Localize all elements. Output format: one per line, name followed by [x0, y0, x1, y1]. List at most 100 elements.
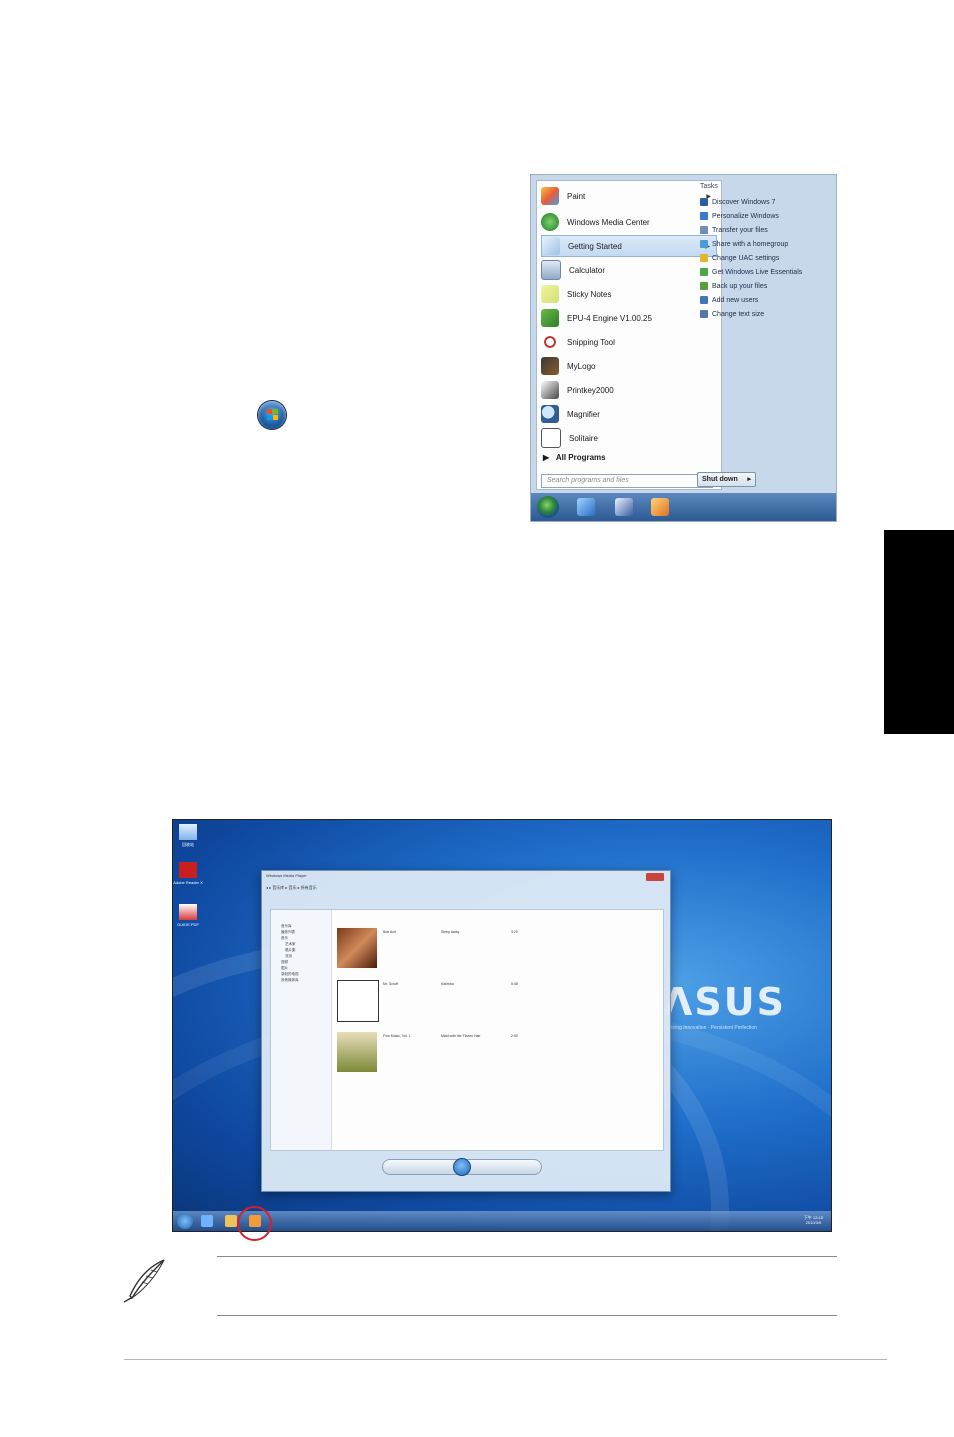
nav-item[interactable]: 唱片集 [285, 948, 296, 953]
epu-engine-icon [541, 309, 559, 327]
footer-rule [124, 1359, 887, 1360]
all-programs-link[interactable]: ▶ All Programs [543, 453, 606, 462]
search-programs-input[interactable]: Search programs and files [541, 474, 713, 488]
desktop-icon-label: 回收站 [182, 842, 194, 847]
nav-item[interactable]: 流派 [285, 954, 292, 959]
track-length: 3:20 [511, 930, 518, 934]
program-magnifier[interactable]: Magnifier [541, 403, 717, 425]
windows-start-orb-icon [258, 401, 286, 429]
album-art[interactable] [337, 928, 377, 968]
window-title: Windows Media Player [266, 873, 307, 878]
task-icon [700, 254, 708, 262]
start-menu-screenshot: Paint ▶ Windows Media Center Getting Star… [530, 174, 837, 522]
track-title[interactable]: Kalimba [441, 982, 454, 986]
task-icon [700, 310, 708, 318]
track-length: 2:50 [511, 1034, 518, 1038]
task-item[interactable]: Add new users [700, 296, 758, 304]
sticky-notes-icon [541, 285, 559, 303]
desktop-icon-label: Adobe Reader X [173, 880, 203, 885]
playback-controls [382, 1158, 542, 1176]
desktop-screenshot: 回收站 Adobe Reader X GUIDE.PDF ɅSUS Inspir… [172, 819, 832, 1232]
highlight-circle [237, 1206, 272, 1241]
task-item[interactable]: Discover Windows 7 [700, 198, 775, 206]
expand-arrow-icon: ▶ [543, 453, 550, 462]
chapter-side-tab [884, 530, 954, 734]
note-top-rule [217, 1256, 837, 1257]
asus-tagline: Inspiring Innovation · Persistent Perfec… [663, 1025, 757, 1031]
album-title: Bob Acri [383, 930, 397, 934]
program-solitaire[interactable]: Solitaire [541, 427, 717, 449]
asus-logo: ɅSUS [663, 980, 787, 1024]
start-orb-icon[interactable] [177, 1213, 193, 1229]
task-icon [700, 240, 708, 248]
note-bottom-rule [217, 1315, 837, 1316]
adobe-reader-icon[interactable] [179, 862, 197, 878]
nav-item[interactable]: 视频 [281, 960, 288, 965]
play-button[interactable] [453, 1158, 471, 1176]
snipping-tool-icon [541, 333, 559, 351]
task-item[interactable]: Share with a homegroup [700, 240, 788, 248]
recycle-bin-icon[interactable] [179, 824, 197, 840]
program-windows-media-center[interactable]: Windows Media Center [541, 211, 717, 233]
magnifier-icon [541, 405, 559, 423]
taskbar [531, 493, 836, 521]
start-orb-icon[interactable] [537, 496, 559, 518]
desktop-icon-label: GUIDE.PDF [177, 922, 199, 927]
tasks-heading: Tasks [700, 183, 718, 190]
library-navigation: 音乐库 播放列表 音乐 艺术家 唱片集 流派 视频 图片 录制的电视 其他媒体库 [271, 910, 332, 1150]
nav-item[interactable]: 艺术家 [285, 942, 296, 947]
close-icon[interactable] [646, 873, 664, 881]
task-icon [700, 282, 708, 290]
internet-explorer-icon[interactable] [577, 498, 595, 516]
program-getting-started[interactable]: Getting Started▶ [541, 235, 717, 257]
task-icon [700, 212, 708, 220]
program-printkey[interactable]: Printkey2000 [541, 379, 717, 401]
nav-item[interactable]: 播放列表 [281, 930, 295, 935]
solitaire-icon [541, 428, 561, 448]
media-center-icon [541, 213, 559, 231]
task-icon [700, 226, 708, 234]
shutdown-button[interactable]: Shut down ▸ [697, 472, 756, 487]
task-icon [700, 268, 708, 276]
task-icon [700, 296, 708, 304]
windows-media-player-window[interactable]: Windows Media Player ◂ ▸ 音乐库 ▸ 音乐 ▸ 所有音乐… [261, 870, 671, 1192]
task-item[interactable]: Transfer your files [700, 226, 768, 234]
breadcrumb: ◂ ▸ 音乐库 ▸ 音乐 ▸ 所有音乐 [266, 885, 317, 890]
program-snipping-tool[interactable]: Snipping Tool [541, 331, 717, 353]
pdf-file-icon[interactable] [179, 904, 197, 920]
nav-item[interactable]: 其他媒体库 [281, 978, 299, 983]
explorer-icon[interactable] [615, 498, 633, 516]
start-menu-programs-pane: Paint ▶ Windows Media Center Getting Star… [536, 180, 722, 490]
track-title[interactable]: Maid with the Flaxen Hair [441, 1034, 481, 1038]
program-paint[interactable]: Paint ▶ [541, 185, 717, 207]
task-item[interactable]: Personalize Windows [700, 212, 779, 220]
task-item[interactable]: Change text size [700, 310, 764, 318]
task-item[interactable]: Change UAC settings [700, 254, 779, 262]
task-item[interactable]: Get Windows Live Essentials [700, 268, 802, 276]
album-art[interactable] [337, 980, 379, 1022]
explorer-icon[interactable] [225, 1215, 237, 1227]
program-epu-engine[interactable]: EPU-4 Engine V1.00.25 [541, 307, 717, 329]
media-player-icon[interactable] [651, 498, 669, 516]
album-title: Fine Music, Vol. 1 [383, 1034, 411, 1038]
clock: 下午 12:15 2010/3/9 [803, 1215, 823, 1225]
album-title: Mr. Scruff [383, 982, 398, 986]
nav-item[interactable]: 图片 [281, 966, 288, 971]
program-sticky-notes[interactable]: Sticky Notes [541, 283, 717, 305]
start-menu-tasks-pane: Tasks Discover Windows 7 Personalize Win… [697, 179, 831, 479]
nav-item[interactable]: 音乐 [281, 936, 288, 941]
track-length: 5:48 [511, 982, 518, 986]
library-pane: 音乐库 播放列表 音乐 艺术家 唱片集 流派 视频 图片 录制的电视 其他媒体库… [270, 909, 664, 1151]
task-item[interactable]: Back up your files [700, 282, 767, 290]
calculator-icon [541, 260, 561, 280]
program-mylogo[interactable]: MyLogo [541, 355, 717, 377]
nav-item[interactable]: 录制的电视 [281, 972, 299, 977]
nav-item[interactable]: 音乐库 [281, 924, 292, 929]
getting-started-icon [542, 237, 560, 255]
note-feather-icon [123, 1259, 165, 1303]
album-art[interactable] [337, 1032, 377, 1072]
task-icon [700, 198, 708, 206]
internet-explorer-icon[interactable] [201, 1215, 213, 1227]
track-title[interactable]: Sleep Away [441, 930, 459, 934]
program-calculator[interactable]: Calculator [541, 259, 717, 281]
